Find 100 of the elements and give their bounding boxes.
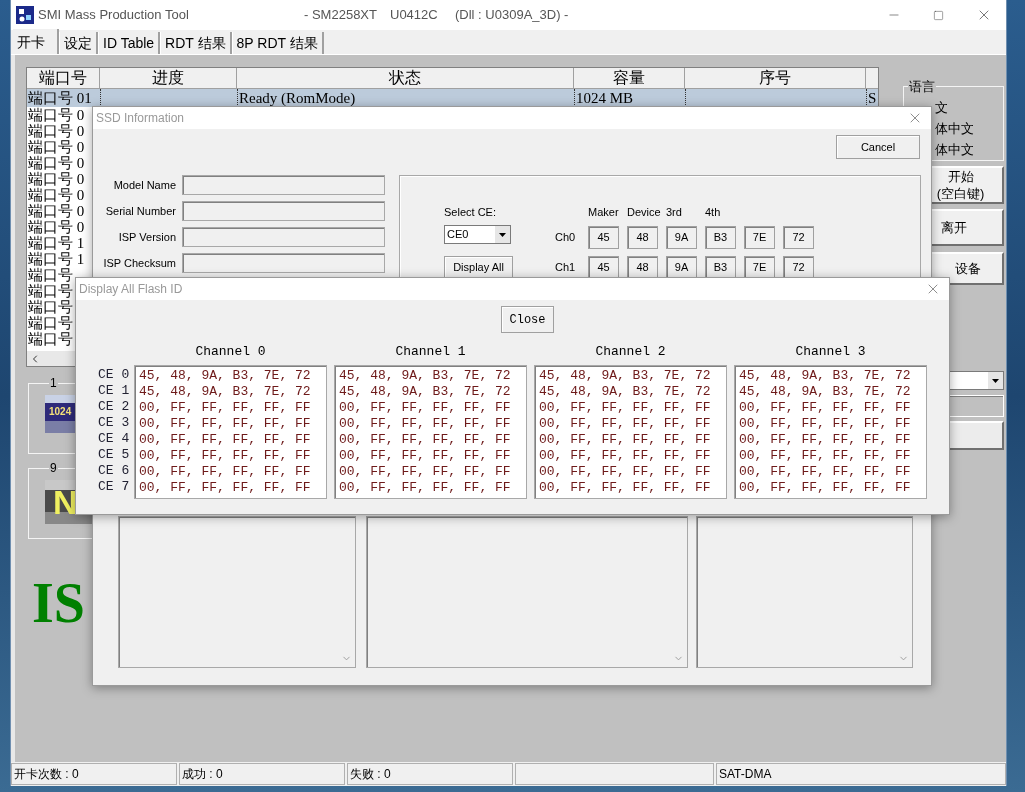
input-field[interactable] [182,227,385,247]
ce-label: CE 0 [98,367,131,383]
ce-label: CE 7 [98,479,131,495]
column-header[interactable]: 序号 [685,68,866,89]
flash-id-row-text: 00, FF, FF, FF, FF, FF [739,448,912,464]
table-row[interactable]: 端口号 01 Ready (RomMode) 1024 MB S [27,89,878,107]
channel-title: Channel 1 [394,343,467,361]
id-value-field: B3 [705,226,736,249]
table-cell: 端口号 0 [28,155,85,171]
close-button[interactable]: Close [501,306,554,333]
capacity-label: 1024 [49,407,72,417]
ce-label: CE 2 [98,399,131,415]
flash-id-row-text: 00, FF, FF, FF, FF, FF [739,416,912,432]
status-cell: 成功 : 0 [179,763,345,785]
field-label: ISP Version [117,229,177,245]
language-title: 语言 [908,78,936,96]
id-column-header: 3rd [666,206,683,219]
id-value-field: B3 [705,256,736,279]
column-header[interactable]: 状态 [237,68,574,89]
select-ce-label: Select CE: [444,206,497,219]
table-cell: 端口号 1 [28,251,85,267]
tab[interactable]: ID Table [98,32,161,54]
maximize-icon [933,9,944,21]
table-cell: 端口号 [28,315,73,331]
input-field[interactable] [182,201,385,221]
table-cell: 端口号 0 [28,107,85,123]
column-header[interactable]: 容量 [574,68,685,89]
input-field[interactable] [182,253,385,273]
flash-id-row-text: 00, FF, FF, FF, FF, FF [539,400,712,416]
id-value-field: 45 [588,256,619,279]
id-value-field: 9A [666,226,697,249]
flash-id-row-text: 45, 48, 9A, B3, 7E, 72 [139,384,312,400]
flash-id-row-text: 00, FF, FF, FF, FF, FF [739,464,912,480]
language-option[interactable]: 体中文 [935,117,1003,139]
dll-version: (Dll : U0309A_3D) - [455,6,569,25]
table-cell: 端口号 0 [28,203,85,219]
flash-id-row-text: 00, FF, FF, FF, FF, FF [739,432,912,448]
column-header[interactable]: 进度 [100,68,237,89]
status-label: N [53,485,78,519]
tab[interactable]: RDT 结果 [160,32,232,54]
status-cell: 开卡次数 : 0 [11,763,177,785]
table-cell: Ready (RomMode) [239,90,356,106]
window-title: SMI Mass Production Tool [38,6,190,25]
table-cell: 端口号 [28,331,73,347]
flash-id-row-text: 00, FF, FF, FF, FF, FF [339,464,512,480]
tab[interactable]: 8P RDT 结果 [231,32,324,54]
channel-label: Ch1 [555,260,577,276]
channel-label: Ch0 [555,230,577,246]
language-option[interactable]: 体中文 [935,138,1003,160]
status-cell: 失败 : 0 [347,763,513,785]
table-cell: 端口号 0 [28,187,85,203]
field-label: ISP Checksum [102,255,177,271]
language-option[interactable]: 文 [935,96,1003,118]
table-cell: S [868,90,877,106]
id-value-field: 48 [627,256,658,279]
slot-number: 1 [49,377,58,389]
flash-id-row-text: 45, 48, 9A, B3, 7E, 72 [739,384,912,400]
flash-id-row-text: 00, FF, FF, FF, FF, FF [339,416,512,432]
flash-id-row-text: 00, FF, FF, FF, FF, FF [539,416,712,432]
tab[interactable]: 设定 [59,32,98,54]
status-cell: SAT-DMA [716,763,1006,785]
ce-label: CE 1 [98,383,131,399]
slot-number: 9 [49,462,58,474]
ce-label: CE 6 [98,463,131,479]
input-field[interactable] [182,175,385,195]
ce-label: CE 4 [98,431,131,447]
flash-id-row-text: 45, 48, 9A, B3, 7E, 72 [339,384,512,400]
dialog-title: SSD Information [96,110,185,127]
ce-label: CE 5 [98,447,131,463]
chip-model: - SM2258XT [304,6,378,25]
id-column-header: Maker [588,206,620,219]
channel-title: Channel 3 [794,343,867,361]
dialog-title: Display All Flash ID [79,281,183,298]
cancel-button[interactable]: Cancel [836,135,920,159]
flash-id-row-text: 00, FF, FF, FF, FF, FF [139,400,312,416]
flash-id-row-text: 00, FF, FF, FF, FF, FF [339,448,512,464]
table-cell: 端口号 0 [28,123,85,139]
id-value-field: 48 [627,226,658,249]
table-cell: 端口号 [28,283,73,299]
flash-id-row-text: 00, FF, FF, FF, FF, FF [739,480,912,496]
table-cell: 端口号 0 [28,171,85,187]
flash-id-row-text: 45, 48, 9A, B3, 7E, 72 [539,384,712,400]
flash-id-row-text: 00, FF, FF, FF, FF, FF [539,464,712,480]
column-header [866,68,878,89]
flash-id-row-text: 00, FF, FF, FF, FF, FF [539,432,712,448]
flash-id-row-text: 00, FF, FF, FF, FF, FF [139,432,312,448]
ce-dropdown[interactable]: CE0 [444,225,511,244]
id-value-field: 9A [666,256,697,279]
tab[interactable]: 开卡 [13,29,59,54]
table-cell: 端口号 [28,267,73,283]
flash-id-row-text: 00, FF, FF, FF, FF, FF [539,480,712,496]
channel-title: Channel 0 [194,343,267,361]
flash-id-row-text: 00, FF, FF, FF, FF, FF [139,416,312,432]
table-cell: 1024 MB [576,90,634,106]
id-value-field: 7E [744,226,775,249]
id-column-header: Device [627,206,662,219]
display-all-button[interactable]: Display All [444,256,513,279]
table-cell: 端口号 0 [28,219,85,235]
column-header[interactable]: 端口号 [27,68,100,89]
flash-id-row-text: 00, FF, FF, FF, FF, FF [739,400,912,416]
